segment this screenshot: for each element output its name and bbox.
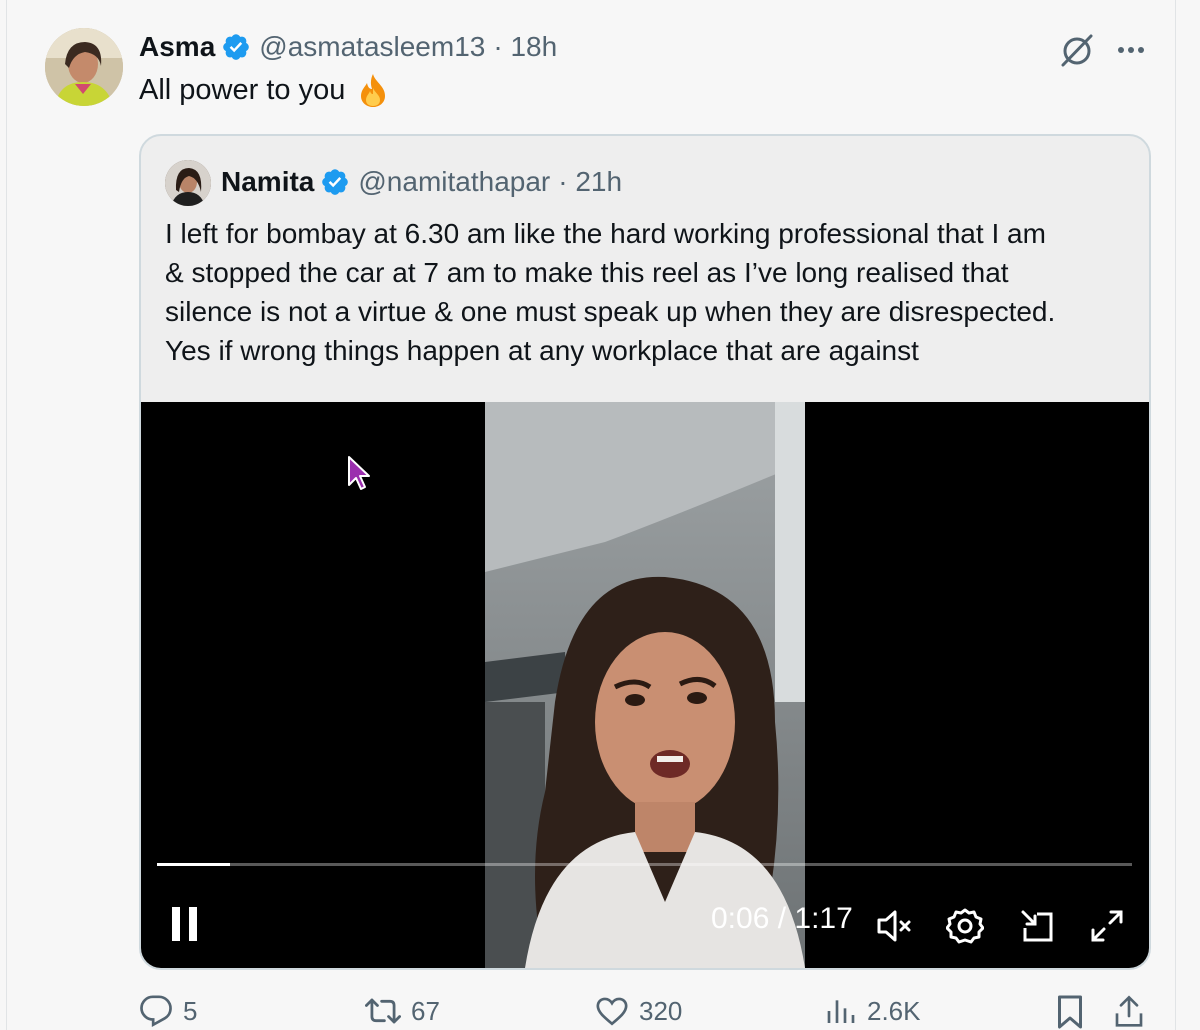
share-icon [1115, 995, 1143, 1027]
bookmark-button[interactable] [1055, 994, 1095, 1030]
reply-count: 5 [183, 995, 198, 1026]
views-button[interactable]: 2.6K [825, 994, 921, 1028]
like-button[interactable]: 320 [595, 994, 682, 1028]
repost-button[interactable]: 67 [365, 994, 440, 1028]
quoted-text-line: silence is not a virtue & one must speak… [165, 296, 1056, 327]
quoted-text-line: & stopped the car at 7 am to make this r… [165, 257, 1009, 288]
duration: 1:17 [794, 902, 853, 935]
repost-count: 67 [411, 995, 440, 1026]
author-handle[interactable]: @asmatasleem13 [259, 31, 485, 63]
fire-emoji-icon [355, 72, 391, 108]
reply-button[interactable]: 5 [139, 994, 197, 1028]
tweet-card[interactable]: Asma @asmatasleem13 · 18h All power to y… [6, 0, 1176, 1030]
quoted-tweet[interactable]: Namita @namitathapar · 21h I left for bo… [139, 134, 1151, 970]
pause-icon[interactable] [165, 902, 205, 946]
mute-icon[interactable] [873, 904, 917, 948]
share-button[interactable] [1113, 994, 1155, 1030]
tweet-text: All power to you [139, 72, 391, 108]
mouse-cursor-icon [348, 456, 370, 490]
bookmark-icon [1058, 995, 1082, 1029]
fullscreen-icon[interactable] [1085, 904, 1129, 948]
progress-fill [157, 863, 231, 866]
verified-badge-icon [320, 167, 350, 197]
tweet-body: All power to you [139, 73, 346, 106]
post-time[interactable]: · 18h [493, 31, 557, 63]
quoted-text-line: I left for bombay at 6.30 am like the ha… [165, 218, 1046, 249]
time-display: 0:06 / 1:17 [711, 902, 853, 936]
dock-icon[interactable] [1015, 904, 1059, 948]
tweet-header: Asma @asmatasleem13 · 18h [139, 30, 557, 64]
quoted-avatar[interactable] [165, 160, 211, 206]
quoted-text: I left for bombay at 6.30 am like the ha… [165, 214, 1140, 370]
view-count: 2.6K [867, 995, 921, 1026]
quoted-header: Namita @namitathapar · 21h [221, 166, 622, 198]
grok-icon[interactable] [1057, 30, 1097, 70]
reply-icon [140, 995, 172, 1028]
verified-badge-icon [221, 32, 251, 62]
current-time: 0:06 [711, 902, 770, 935]
video-frame[interactable] [485, 402, 805, 968]
settings-icon[interactable] [943, 904, 987, 948]
video-player[interactable]: 0:06 / 1:17 [141, 402, 1149, 968]
time-separator: / [769, 902, 795, 935]
like-icon [596, 997, 628, 1026]
more-icon[interactable] [1113, 32, 1149, 68]
views-icon [827, 1000, 855, 1023]
author-name[interactable]: Asma [139, 31, 215, 63]
quoted-post-time[interactable]: · 21h [558, 166, 622, 198]
quoted-text-line: Yes if wrong things happen at any workpl… [165, 335, 919, 366]
action-bar: 5 67 320 2.6K [139, 994, 1149, 1030]
quoted-author-handle[interactable]: @namitathapar [358, 166, 550, 198]
avatar[interactable] [45, 28, 123, 106]
repost-icon [365, 998, 401, 1024]
quoted-author-name[interactable]: Namita [221, 166, 314, 198]
progress-bar[interactable] [157, 863, 1132, 866]
like-count: 320 [639, 995, 683, 1026]
